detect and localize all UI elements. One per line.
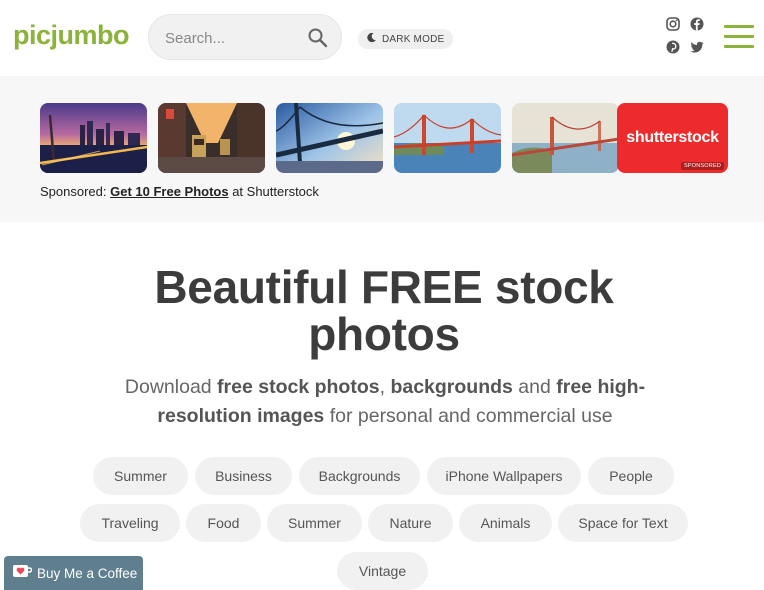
pinterest-icon[interactable] [666, 40, 680, 54]
twitter-icon[interactable] [690, 40, 704, 54]
tag-nature[interactable]: Nature [368, 504, 453, 542]
shutterstock-ad[interactable]: shutterstock SPONSORED [617, 103, 728, 173]
sponsored-badge: SPONSORED [681, 162, 724, 170]
tag-animals[interactable]: Animals [459, 504, 552, 542]
facebook-icon[interactable] [690, 17, 704, 31]
tag-business[interactable]: Business [195, 457, 292, 495]
sponsored-strip: shutterstock SPONSORED Sponsored: Get 10… [0, 76, 764, 222]
hero-subtitle: Download free stock photos, backgrounds … [124, 376, 646, 427]
sponsored-caption: Sponsored: Get 10 Free Photos at Shutter… [40, 184, 319, 199]
tag-backgrounds[interactable]: Backgrounds [299, 457, 420, 495]
sponsored-thumbnail[interactable] [40, 103, 147, 173]
sponsored-thumbnail[interactable] [394, 103, 501, 173]
sponsored-suffix: at Shutterstock [228, 184, 319, 199]
tag-traveling[interactable]: Traveling [80, 504, 180, 542]
menu-hamburger-icon[interactable] [724, 25, 754, 49]
search-box [148, 14, 342, 60]
dark-mode-toggle[interactable]: DARK MODE [358, 29, 454, 49]
tag-space-for-text[interactable]: Space for Text [558, 504, 688, 542]
tag-iphone-wallpapers[interactable]: iPhone Wallpapers [427, 457, 581, 495]
sponsored-thumbnail[interactable] [512, 103, 619, 173]
tag-summer[interactable]: Summer [267, 504, 362, 542]
search-icon[interactable] [307, 27, 329, 49]
tag-summer[interactable]: Summer [93, 457, 188, 495]
sponsored-thumbnail[interactable] [158, 103, 265, 173]
picjumbo-logo[interactable]: picjumbo [13, 20, 130, 51]
social-links [664, 15, 708, 55]
search-input[interactable] [165, 26, 295, 50]
hero-title: Beautiful FREE stock photos [82, 264, 686, 358]
dark-mode-label: DARK MODE [382, 33, 445, 45]
shutterstock-logo: shutterstock [626, 129, 719, 146]
moon-icon [366, 30, 377, 48]
tag-food[interactable]: Food [186, 504, 261, 542]
hero-title-line2: photos [308, 308, 460, 360]
site-header: picjumbo DARK MODE [0, 0, 764, 76]
get-free-photos-link[interactable]: Get 10 Free Photos [110, 184, 228, 199]
tag-vintage[interactable]: Vintage [337, 552, 428, 590]
tag-people[interactable]: People [588, 457, 674, 495]
sponsored-prefix: Sponsored: [40, 184, 111, 199]
coffee-heart-icon [12, 563, 33, 584]
buy-me-a-coffee-button[interactable]: Buy Me a Coffee [4, 556, 143, 590]
hero-title-line1: Beautiful FREE stock [154, 261, 614, 313]
buy-me-a-coffee-label: Buy Me a Coffee [37, 565, 138, 581]
instagram-icon[interactable] [666, 17, 680, 31]
sponsored-thumbnail[interactable] [276, 103, 383, 173]
